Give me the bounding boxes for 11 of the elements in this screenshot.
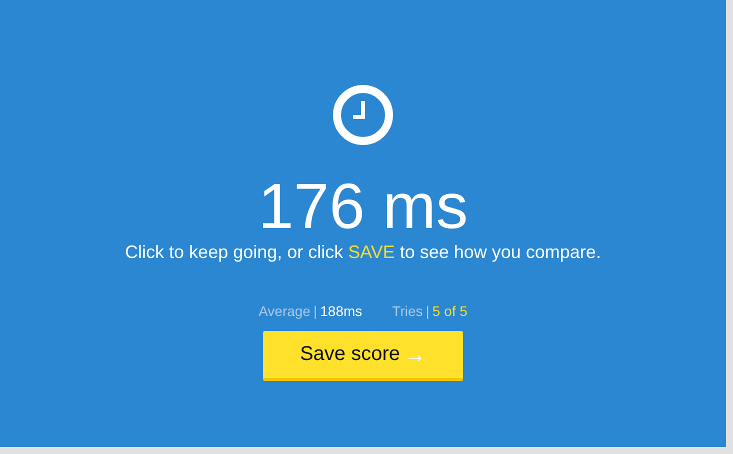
stat-separator: | xyxy=(313,303,318,319)
instruction-text: Click to keep going, or click SAVE to see how you compare. xyxy=(125,242,601,263)
stat-value: 188ms xyxy=(320,303,362,319)
result-panel[interactable]: 176 ms Click to keep going, or click SAVE to see how you compare. Average | 188ms Tries | 5 of 5 Save score → xyxy=(0,0,726,447)
save-score-button[interactable]: Save score → xyxy=(263,331,463,381)
stat-label: Average xyxy=(258,303,310,319)
stat-label: Tries xyxy=(392,303,423,319)
clock-icon xyxy=(332,84,394,146)
stat-separator: | xyxy=(426,303,430,319)
reaction-time: 176 ms xyxy=(258,170,468,242)
stat-value: 5 of 5 xyxy=(432,303,468,319)
